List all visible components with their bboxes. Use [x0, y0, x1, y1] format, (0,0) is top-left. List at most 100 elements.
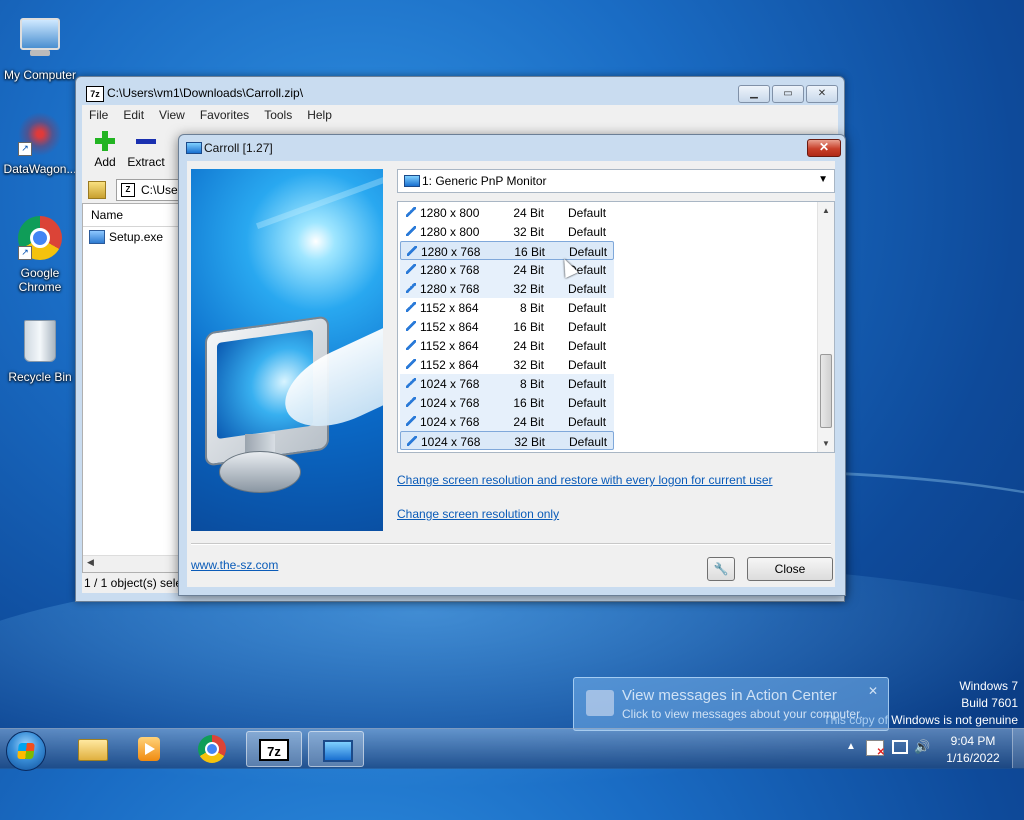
maximize-button[interactable]: ▭: [772, 85, 804, 103]
taskbar-carroll[interactable]: [308, 731, 364, 767]
horizontal-scrollbar[interactable]: ◀: [83, 555, 183, 572]
desktop-icon-label: Google Chrome: [18, 266, 62, 294]
scroll-down-icon[interactable]: ▼: [822, 439, 830, 448]
monitor-select[interactable]: 1: Generic PnP Monitor ▼: [397, 169, 835, 193]
menu-favorites[interactable]: Favorites: [193, 105, 257, 125]
menu-edit[interactable]: Edit: [116, 105, 152, 125]
desktop-icon-google-chrome[interactable]: ↗ Google Chrome: [0, 216, 80, 294]
resolution-row[interactable]: 1280 x 768 24 Bit Default: [400, 260, 614, 279]
bit-depth-text: 32 Bit: [514, 435, 545, 449]
action-center-flag-icon[interactable]: [866, 740, 885, 758]
bit-depth-text: 32 Bit: [513, 282, 544, 296]
desktop-icon-datawagon[interactable]: ↗ DataWagon...: [0, 112, 80, 176]
add-button[interactable]: Add: [90, 131, 120, 169]
taskbar-media-player[interactable]: [120, 731, 176, 767]
frequency-text: Default: [568, 377, 607, 391]
desktop-icon-recycle-bin[interactable]: Recycle Bin: [0, 320, 80, 384]
scrollbar-thumb[interactable]: [820, 354, 832, 428]
resolution-text: 1024 x 768: [421, 435, 481, 449]
action-center-notification[interactable]: View messages in Action Center Click to …: [573, 677, 889, 731]
resolution-row[interactable]: 1024 x 768 16 Bit Default: [400, 393, 614, 412]
frequency-text: Default: [568, 396, 607, 410]
minimize-button[interactable]: ▁: [738, 85, 770, 103]
action-center-flag-icon: [586, 690, 614, 716]
menu-help[interactable]: Help: [300, 105, 340, 125]
resolution-text: 1024 x 768: [420, 396, 480, 410]
website-link[interactable]: www.the-sz.com: [191, 558, 278, 572]
desktop-icon-label: DataWagon...: [3, 162, 77, 176]
window-title: C:\Users\vm1\Downloads\Carroll.zip\: [107, 86, 304, 100]
frequency-text: Default: [568, 358, 607, 372]
column-header-name[interactable]: Name: [83, 204, 183, 227]
resize-icon: [406, 397, 416, 407]
menu-view[interactable]: View: [152, 105, 193, 125]
frequency-text: Default: [568, 301, 607, 315]
close-button[interactable]: ✕: [806, 85, 838, 103]
system-clock[interactable]: 9:04 PM 1/16/2022: [938, 733, 1008, 767]
resize-icon: [406, 340, 416, 350]
bit-depth-text: 24 Bit: [513, 339, 544, 353]
resolution-row[interactable]: 1152 x 864 8 Bit Default: [400, 298, 614, 317]
frequency-text: Default: [568, 206, 607, 220]
resolution-row[interactable]: 1152 x 864 24 Bit Default: [400, 336, 614, 355]
resolution-row[interactable]: 1280 x 768 16 Bit Default: [400, 241, 614, 260]
title-bar[interactable]: Carroll [1.27] ✕: [179, 135, 845, 161]
bit-depth-text: 8 Bit: [519, 301, 544, 315]
close-dialog-button[interactable]: Close: [747, 557, 833, 581]
taskbar-chrome[interactable]: [184, 731, 240, 767]
resolution-row[interactable]: 1024 x 768 24 Bit Default: [400, 412, 614, 431]
resolution-row[interactable]: 1152 x 864 16 Bit Default: [400, 317, 614, 336]
show-hidden-icons-button[interactable]: ▲: [846, 741, 856, 752]
bit-depth-text: 16 Bit: [513, 320, 544, 334]
datawagon-icon: ↗: [18, 112, 62, 156]
link-change-only[interactable]: Change screen resolution only: [397, 507, 559, 521]
volume-icon[interactable]: 🔊: [914, 740, 930, 754]
notification-close-icon[interactable]: ✕: [868, 684, 878, 698]
chevron-down-icon[interactable]: ▼: [818, 174, 828, 185]
bit-depth-text: 32 Bit: [513, 358, 544, 372]
menu-tools[interactable]: Tools: [257, 105, 300, 125]
resolution-row[interactable]: 1024 x 768 8 Bit Default: [400, 374, 614, 393]
resolution-row[interactable]: 1024 x 768 32 Bit Default: [400, 431, 614, 450]
folder-up-button[interactable]: [88, 181, 106, 199]
link-change-and-restore[interactable]: Change screen resolution and restore wit…: [397, 473, 773, 487]
resize-icon: [406, 302, 416, 312]
resolution-text: 1280 x 800: [420, 206, 480, 220]
frequency-text: Default: [569, 245, 608, 259]
bit-depth-text: 24 Bit: [513, 415, 544, 429]
bit-depth-text: 32 Bit: [513, 225, 544, 239]
taskbar-7zip[interactable]: 7z: [246, 731, 302, 767]
frequency-text: Default: [568, 339, 607, 353]
resolution-row[interactable]: 1152 x 864 32 Bit Default: [400, 355, 614, 374]
carroll-banner-image: [191, 169, 383, 531]
resolution-text: 1280 x 768: [420, 282, 480, 296]
scroll-up-icon[interactable]: ▲: [822, 206, 830, 215]
network-icon[interactable]: [892, 740, 908, 754]
frequency-text: Default: [568, 282, 607, 296]
start-button[interactable]: [6, 731, 46, 771]
taskbar-explorer[interactable]: [62, 731, 118, 767]
archive-icon: Z: [121, 183, 135, 197]
menu-file[interactable]: File: [82, 105, 116, 125]
vertical-scrollbar[interactable]: ▲ ▼: [817, 202, 834, 452]
show-desktop-button[interactable]: [1012, 728, 1024, 768]
frequency-text: Default: [568, 320, 607, 334]
bit-depth-text: 16 Bit: [513, 396, 544, 410]
desktop-icon-my-computer[interactable]: My Computer: [0, 10, 80, 82]
close-button[interactable]: ✕: [807, 139, 841, 157]
resolution-row[interactable]: 1280 x 800 24 Bit Default: [400, 203, 614, 222]
clock-time: 9:04 PM: [950, 734, 996, 748]
settings-button[interactable]: 🔧: [707, 557, 735, 581]
title-bar[interactable]: 7z C:\Users\vm1\Downloads\Carroll.zip\ ▁…: [76, 77, 844, 107]
resolution-text: 1152 x 864: [420, 301, 479, 315]
extract-button[interactable]: Extract: [126, 131, 166, 169]
file-row[interactable]: Setup.exe: [83, 227, 183, 247]
resolution-row[interactable]: 1280 x 768 32 Bit Default: [400, 279, 614, 298]
folder-icon: [78, 739, 108, 761]
add-label: Add: [94, 155, 116, 169]
resize-icon: [407, 436, 417, 446]
scroll-left-icon[interactable]: ◀: [87, 557, 94, 568]
file-list: Name Setup.exe ◀: [82, 203, 184, 573]
resolution-row[interactable]: 1280 x 800 32 Bit Default: [400, 222, 614, 241]
menu-bar: File Edit View Favorites Tools Help: [82, 105, 838, 125]
